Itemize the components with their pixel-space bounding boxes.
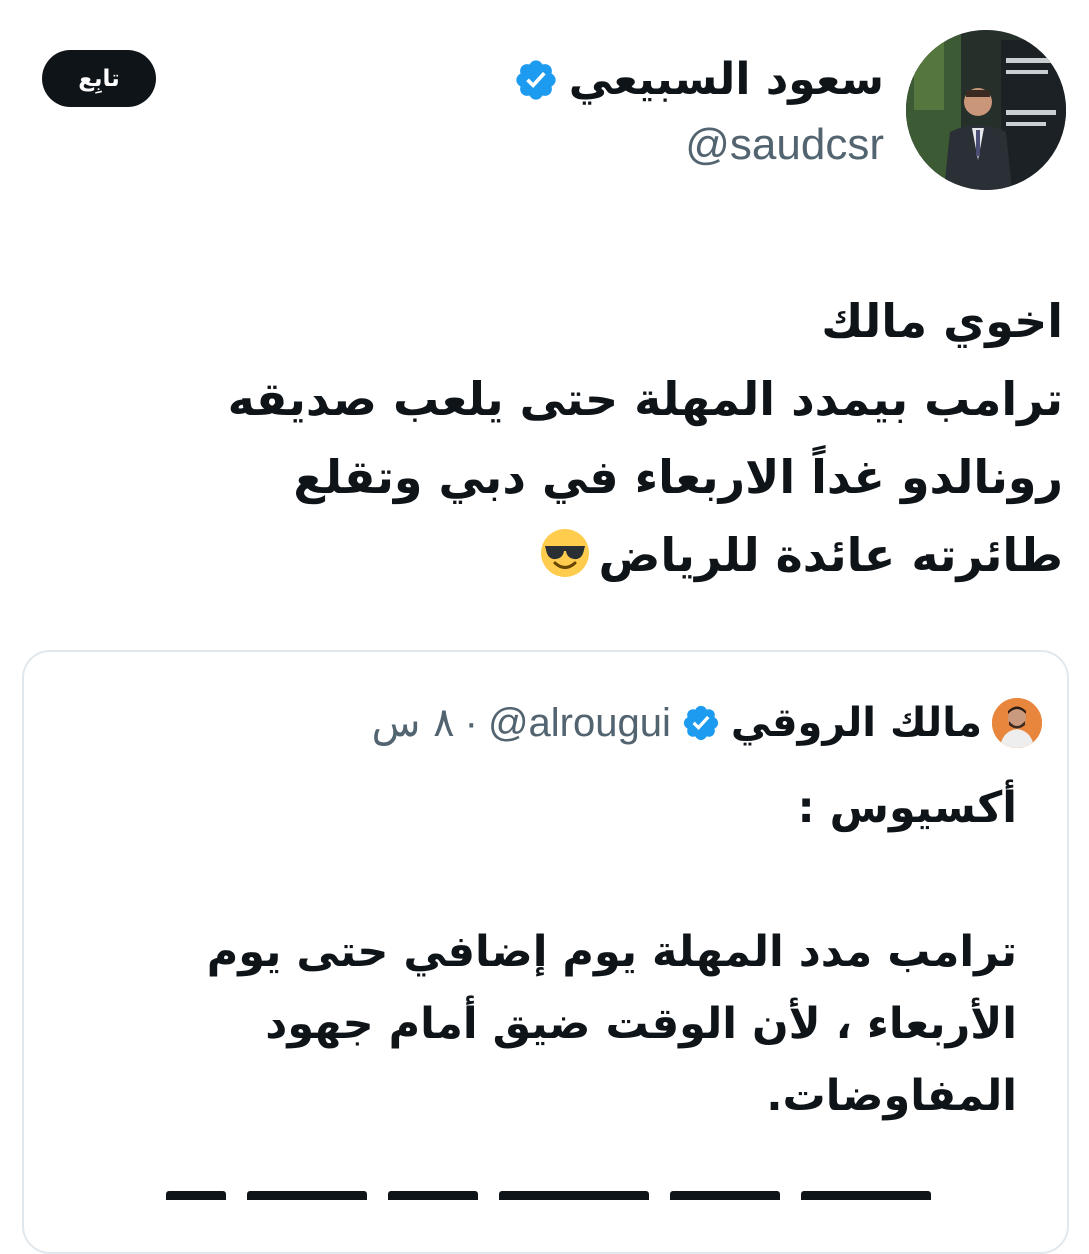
tweet-line: ترامب بيمدد المهلة حتى يلعب صديقه [227, 372, 1063, 426]
quoted-tweet-line [57, 844, 1017, 916]
tweet-line-with-emoji: طائرته عائدة للرياض [43, 516, 1063, 594]
tweet-text: اخوي مالك ترامب بيمدد المهلة حتى يلعب صد… [43, 282, 1063, 594]
verified-badge-icon [516, 60, 556, 100]
quoted-tweet-time[interactable]: ٨ س [372, 700, 455, 746]
follow-button[interactable]: تابِع [42, 50, 156, 107]
quoted-author-name[interactable]: مالك الروقي [731, 700, 982, 746]
tweet-line: اخوي مالك [821, 294, 1063, 348]
separator-dot: · [464, 700, 478, 745]
quoted-tweet-text: أكسيوس : ترامب مدد المهلة يوم إضافي حتى … [57, 772, 1017, 1132]
quoted-author-avatar[interactable] [992, 698, 1042, 748]
quoted-tweet-line: الأربعاء ، لأن الوقت ضيق أمام جهود [265, 999, 1017, 1049]
quoted-tweet-line: ترامب مدد المهلة يوم إضافي حتى يوم [206, 927, 1017, 977]
quoted-tweet-header: مالك الروقي @alrougui · ٨ س [372, 693, 1042, 753]
verified-badge-icon [683, 705, 718, 741]
cutoff-glyphs [388, 1191, 479, 1200]
profile-photo-icon [906, 30, 1066, 190]
cutoff-glyphs [670, 1191, 781, 1200]
smiling-face-with-sunglasses-icon [540, 529, 589, 577]
cutoff-glyphs [166, 1191, 226, 1200]
cutoff-glyphs [499, 1191, 650, 1200]
profile-photo-icon [992, 698, 1042, 748]
quoted-tweet-line: المفاوضات. [766, 1071, 1017, 1121]
cutoff-text-fragment [150, 1190, 1010, 1200]
cutoff-glyphs [801, 1191, 932, 1200]
quoted-tweet-line: أكسيوس : [797, 783, 1017, 833]
author-name[interactable]: سعود السبيعي [569, 48, 884, 112]
cutoff-glyphs [247, 1191, 368, 1200]
tweet-line: رونالدو غداً الاربعاء في دبي وتقلع [293, 450, 1063, 504]
author-handle[interactable]: @saudcsr [685, 117, 884, 173]
author-name-row: سعود السبيعي [513, 48, 884, 112]
author-avatar[interactable] [906, 30, 1066, 190]
quoted-author-handle[interactable]: @alrougui [488, 701, 671, 746]
tweet-line: طائرته عائدة للرياض [598, 528, 1063, 582]
